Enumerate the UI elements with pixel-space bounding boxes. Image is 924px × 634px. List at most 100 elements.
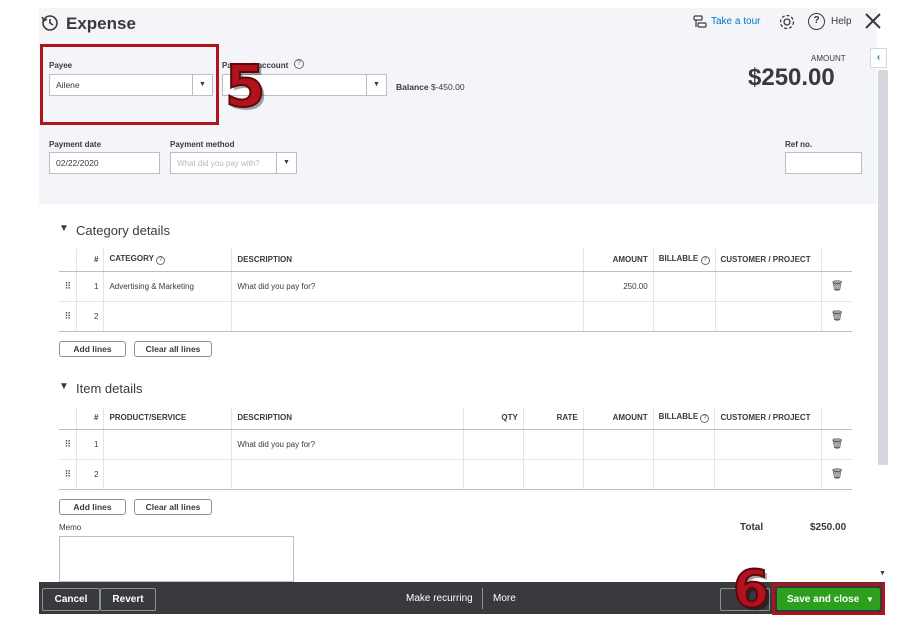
balance-text: Balance $-450.00 (396, 82, 465, 92)
chevron-down-icon[interactable]: ▼ (276, 153, 296, 173)
billable-cell[interactable] (652, 301, 715, 332)
amount-cell[interactable] (582, 429, 654, 460)
col-qty: QTY (462, 407, 524, 430)
table-row[interactable]: ⠿ 1 What did you pay for? 🗑 (59, 429, 852, 460)
annotation-step-6: 6 (732, 560, 770, 620)
description-cell[interactable] (231, 459, 464, 490)
scroll-down-icon[interactable]: ▼ (879, 570, 886, 577)
category-cell[interactable]: Advertising & Marketing (103, 271, 232, 302)
product-cell[interactable] (103, 429, 232, 460)
side-panel-toggle[interactable]: ‹ (870, 48, 887, 68)
info-icon[interactable]: ? (156, 256, 165, 266)
col-amount: AMOUNT (582, 249, 654, 272)
help-icon[interactable]: ? (808, 13, 825, 30)
table-row[interactable]: ⠿ 1 Advertising & Marketing What did you… (59, 271, 852, 302)
item-details-toggle[interactable]: ▼ (59, 381, 69, 392)
category-details-toggle[interactable]: ▼ (59, 223, 69, 234)
trash-icon[interactable]: 🗑 (821, 301, 852, 332)
save-and-close-button[interactable]: Save and close ▼ (777, 588, 880, 610)
col-billable: BILLABLE ? (652, 407, 715, 430)
gear-icon[interactable] (778, 13, 796, 31)
customer-cell[interactable] (714, 301, 822, 332)
total-label: Total (740, 522, 764, 533)
footer-divider (482, 588, 483, 609)
col-amount: AMOUNT (582, 407, 654, 430)
recent-transactions-icon[interactable] (40, 13, 60, 33)
billable-cell[interactable] (652, 459, 715, 490)
trash-icon[interactable]: 🗑 (821, 459, 852, 490)
col-rate: RATE (522, 407, 584, 430)
chevron-down-icon[interactable]: ▼ (366, 75, 386, 95)
info-icon[interactable]: ? (700, 256, 710, 266)
ref-no-input[interactable] (785, 152, 862, 174)
description-cell[interactable] (231, 301, 584, 332)
make-recurring-link[interactable]: Make recurring (406, 593, 473, 604)
payment-date-value: 02/22/2020 (56, 158, 99, 168)
payment-method-placeholder: What did you pay with? (177, 159, 260, 168)
tour-icon[interactable] (693, 15, 707, 29)
trash-icon[interactable]: 🗑 (821, 429, 852, 460)
payment-method-select[interactable]: What did you pay with? ▼ (170, 152, 297, 174)
more-link[interactable]: More (493, 593, 516, 604)
col-product-service: PRODUCT/SERVICE (103, 407, 232, 430)
category-table: # CATEGORY ? DESCRIPTION AMOUNT BILLABLE… (59, 249, 852, 332)
amount-cell[interactable] (582, 459, 654, 490)
drag-handle-icon[interactable]: ⠿ (59, 271, 77, 302)
payment-date-input[interactable]: 02/22/2020 (49, 152, 160, 174)
cancel-button[interactable]: Cancel (42, 588, 100, 611)
clear-all-lines-button[interactable]: Clear all lines (134, 499, 212, 515)
amount-value: $250.00 (748, 64, 835, 91)
category-details-title[interactable]: Category details (76, 223, 170, 238)
col-customer-project: CUSTOMER / PROJECT (714, 249, 822, 272)
description-cell[interactable]: What did you pay for? (231, 429, 464, 460)
item-details-title[interactable]: Item details (76, 381, 142, 396)
billable-cell[interactable] (652, 429, 715, 460)
table-row[interactable]: ⠿ 2 🗑 (59, 301, 852, 332)
rate-cell[interactable] (522, 459, 584, 490)
row-number: 1 (76, 271, 104, 302)
row-number: 2 (76, 459, 104, 490)
customer-cell[interactable] (714, 271, 822, 302)
ref-no-label: Ref no. (785, 140, 813, 149)
row-number: 2 (76, 301, 104, 332)
category-cell[interactable] (103, 301, 232, 332)
chevron-down-icon[interactable]: ▼ (860, 595, 880, 604)
col-billable: BILLABLE ? (652, 249, 715, 272)
col-number: # (76, 407, 104, 430)
amount-cell[interactable] (582, 301, 654, 332)
qty-cell[interactable] (462, 429, 524, 460)
col-number: # (76, 249, 104, 272)
memo-label: Memo (59, 523, 82, 532)
amount-cell[interactable]: 250.00 (582, 271, 654, 302)
add-lines-button[interactable]: Add lines (59, 499, 126, 515)
qty-cell[interactable] (462, 459, 524, 490)
billable-cell[interactable] (652, 271, 715, 302)
customer-cell[interactable] (714, 459, 822, 490)
info-icon[interactable]: ? (700, 414, 710, 424)
col-customer-project: CUSTOMER / PROJECT (714, 407, 822, 430)
add-lines-button[interactable]: Add lines (59, 341, 126, 357)
amount-label: AMOUNT (811, 54, 846, 63)
col-description: DESCRIPTION (231, 407, 464, 430)
description-cell[interactable]: What did you pay for? (231, 271, 584, 302)
drag-handle-icon[interactable]: ⠿ (59, 459, 77, 490)
total-value: $250.00 (810, 522, 847, 533)
close-icon[interactable] (864, 12, 882, 30)
rate-cell[interactable] (522, 429, 584, 460)
trash-icon[interactable]: 🗑 (821, 271, 852, 302)
take-tour-link[interactable]: Take a tour (711, 16, 760, 27)
row-number: 1 (76, 429, 104, 460)
table-row[interactable]: ⠿ 2 🗑 (59, 459, 852, 490)
col-category: CATEGORY ? (103, 249, 232, 272)
help-label[interactable]: Help (831, 16, 852, 27)
clear-all-lines-button[interactable]: Clear all lines (134, 341, 212, 357)
payment-method-label: Payment method (170, 140, 235, 149)
customer-cell[interactable] (714, 429, 822, 460)
scrollbar[interactable] (878, 70, 888, 465)
revert-button[interactable]: Revert (100, 588, 156, 611)
info-icon[interactable]: ? (294, 59, 304, 69)
memo-input[interactable] (59, 536, 294, 582)
drag-handle-icon[interactable]: ⠿ (59, 301, 77, 332)
product-cell[interactable] (103, 459, 232, 490)
drag-handle-icon[interactable]: ⠿ (59, 429, 77, 460)
